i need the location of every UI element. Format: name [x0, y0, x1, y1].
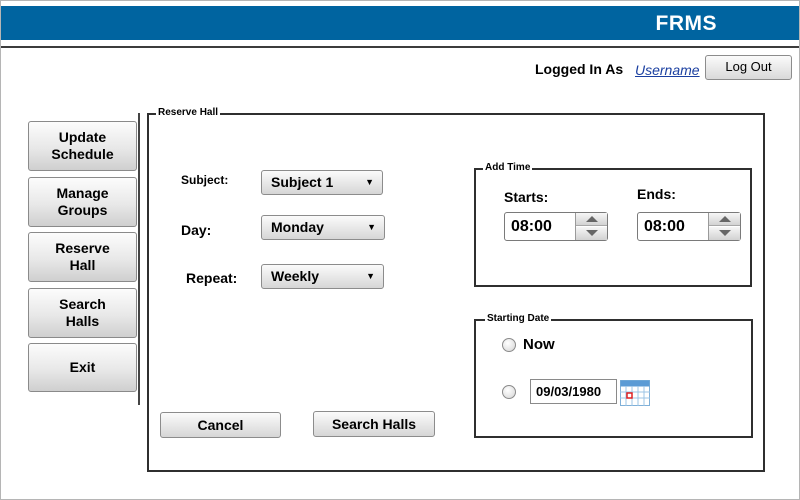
nav-divider — [138, 113, 140, 405]
reserve-hall-legend: Reserve Hall — [156, 107, 221, 118]
arrow-down-icon — [586, 230, 598, 236]
chevron-down-icon: ▼ — [365, 177, 374, 187]
logged-in-label: Logged In As — [535, 61, 624, 77]
repeat-select[interactable]: Weekly ▼ — [261, 264, 384, 289]
calendar-icon[interactable] — [620, 380, 650, 406]
header-divider — [1, 46, 799, 48]
manage-groups-button[interactable]: Manage Groups — [28, 177, 137, 227]
day-select-value: Monday — [271, 219, 324, 235]
now-radio[interactable] — [502, 338, 516, 352]
app-header: FRMS — [1, 6, 799, 40]
starts-time-value: 08:00 — [511, 218, 552, 235]
date-radio[interactable] — [502, 385, 516, 399]
ends-time-value: 08:00 — [644, 218, 685, 235]
starts-decrement-button[interactable] — [576, 227, 607, 240]
subject-select[interactable]: Subject 1 ▼ — [261, 170, 383, 195]
exit-button[interactable]: Exit — [28, 343, 137, 392]
arrow-down-icon — [719, 230, 731, 236]
chevron-down-icon: ▼ — [366, 271, 375, 281]
search-halls-nav-button[interactable]: Search Halls — [28, 288, 137, 338]
starts-increment-button[interactable] — [576, 213, 607, 226]
repeat-select-value: Weekly — [271, 268, 319, 284]
arrow-up-icon — [586, 216, 598, 222]
add-time-legend: Add Time — [483, 162, 533, 173]
update-schedule-button[interactable]: Update Schedule — [28, 121, 137, 171]
ends-increment-button[interactable] — [709, 213, 740, 226]
reserve-hall-button[interactable]: Reserve Hall — [28, 232, 137, 282]
starting-date-legend: Starting Date — [485, 313, 552, 324]
chevron-down-icon: ▼ — [367, 222, 376, 232]
ends-time-input[interactable]: 08:00 — [637, 212, 741, 241]
username-link[interactable]: Username — [635, 62, 700, 78]
logout-button[interactable]: Log Out — [705, 55, 792, 80]
start-date-input[interactable]: 09/03/1980 — [530, 379, 617, 404]
ends-spinner-buttons — [708, 213, 740, 240]
starts-spinner-buttons — [575, 213, 607, 240]
day-select[interactable]: Monday ▼ — [261, 215, 385, 240]
now-label: Now — [523, 336, 555, 353]
day-label: Day: — [181, 222, 212, 238]
arrow-up-icon — [719, 216, 731, 222]
search-halls-button[interactable]: Search Halls — [313, 411, 435, 437]
subject-select-value: Subject 1 — [271, 174, 334, 190]
subject-label: Subject: — [181, 173, 229, 187]
app-title: FRMS — [655, 12, 717, 35]
starts-time-input[interactable]: 08:00 — [504, 212, 608, 241]
cancel-button[interactable]: Cancel — [160, 412, 281, 438]
ends-decrement-button[interactable] — [709, 227, 740, 240]
ends-label: Ends: — [637, 186, 676, 202]
starts-label: Starts: — [504, 189, 549, 205]
repeat-label: Repeat: — [186, 270, 238, 286]
